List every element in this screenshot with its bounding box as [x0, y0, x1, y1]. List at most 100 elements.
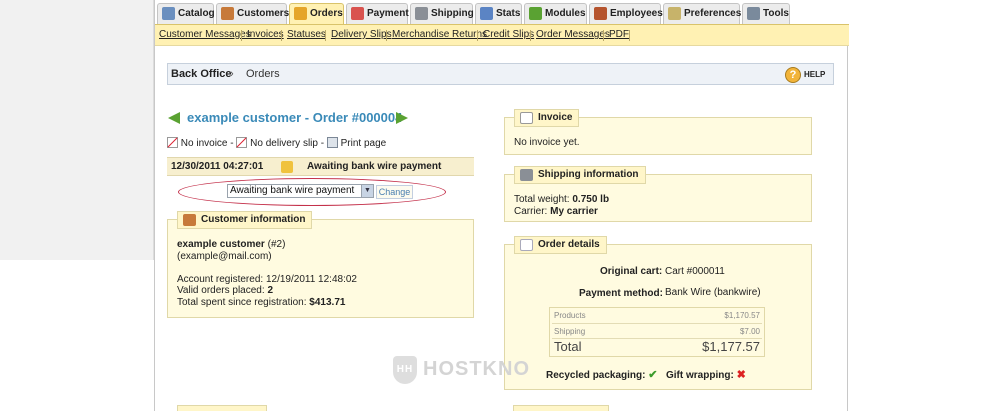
breadcrumb-separator-icon: › [230, 68, 234, 80]
next-panel-left-edge [177, 405, 267, 411]
help-label: HELP [804, 70, 826, 79]
gift-wrapping-line: Gift wrapping: ✖ [666, 368, 746, 381]
document-icon [520, 239, 533, 251]
no-delivery-text: No delivery slip - [250, 138, 325, 149]
tab-stats[interactable]: Stats [475, 3, 522, 24]
next-order-icon[interactable] [396, 112, 408, 124]
carrier-value: My carrier [550, 206, 598, 217]
payment-method-value: Bank Wire (bankwire) [665, 287, 761, 298]
status-text: Awaiting bank wire payment [307, 161, 442, 172]
customer-icon [183, 214, 196, 226]
subtab-delivery-slips[interactable]: Delivery Slips [331, 29, 392, 40]
shipping-value: $7.00 [739, 327, 760, 336]
subtab-merchandise-returns[interactable]: Merchandise Returns [392, 29, 487, 40]
divider [603, 30, 604, 41]
no-invoice-icon [520, 112, 533, 124]
customer-information-panel: Customer information example customer (#… [167, 211, 474, 318]
order-status-select[interactable]: Awaiting bank wire payment ▼ [227, 184, 374, 198]
tab-label: Preferences [684, 8, 742, 19]
valid-orders-line: Valid orders placed: 2 [177, 285, 273, 296]
previous-order-icon[interactable] [168, 112, 180, 124]
valid-orders-value: 2 [267, 285, 273, 296]
check-icon: ✔ [648, 369, 658, 381]
order-details-panel: Order details Original cart: Cart #00001… [504, 236, 812, 390]
customer-id: (#2) [267, 239, 286, 250]
watermark-text: HOSTKNO [423, 358, 530, 380]
original-cart-label: Original cart: [600, 266, 663, 277]
tab-label: Employees [610, 8, 663, 19]
change-status-button[interactable]: Change [376, 185, 413, 199]
subtab-invoices[interactable]: Invoices [247, 29, 284, 40]
tab-payment[interactable]: Payment [346, 3, 409, 24]
divider [477, 30, 478, 41]
modules-icon [529, 7, 542, 20]
tab-preferences[interactable]: Preferences [663, 3, 742, 24]
legend-label: Invoice [538, 112, 573, 123]
recycled-packaging-label: Recycled packaging: [546, 370, 646, 381]
legend-label: Order details [538, 239, 600, 250]
tab-employees[interactable]: Employees [589, 3, 663, 24]
no-invoice-text: No invoice - [180, 138, 234, 149]
invoice-panel: Invoice No invoice yet. [504, 109, 812, 155]
shipping-label: Shipping [554, 327, 586, 336]
status-date: 12/30/2011 04:27:01 [171, 161, 264, 172]
divider [530, 30, 531, 41]
tab-modules[interactable]: Modules [524, 3, 587, 24]
subtab-credit-slips[interactable]: Credit Slips [483, 29, 534, 40]
tools-icon [747, 7, 760, 20]
no-invoice-icon [167, 137, 178, 148]
print-page-link[interactable]: Print page [341, 138, 387, 149]
subtab-pdf[interactable]: PDF [609, 29, 629, 40]
next-panel-right-edge [513, 405, 609, 411]
subtab-order-messages[interactable]: Order Messages [536, 29, 610, 40]
registered-value: 12/19/2011 12:48:02 [265, 274, 357, 285]
carrier-line: Carrier: My carrier [514, 206, 598, 217]
payment-icon [351, 7, 364, 20]
hourglass-icon [281, 161, 293, 173]
order-title: example customer - Order #000004 [187, 110, 403, 125]
orders-icon [294, 7, 307, 20]
shipping-row: Shipping $7.00 [554, 327, 760, 336]
carrier-label: Carrier: [514, 206, 548, 217]
breadcrumb: Back Office › Orders ? HELP [167, 63, 834, 85]
original-cart-value[interactable]: Cart #000011 [665, 266, 725, 277]
total-label: Total [554, 339, 582, 354]
subtab-customer-messages[interactable]: Customer Messages [159, 29, 251, 40]
account-registered-line: Account registered: 12/19/2011 12:48:02 [177, 274, 357, 285]
chevron-down-icon: ▼ [361, 185, 373, 197]
tab-tools[interactable]: Tools [742, 3, 790, 24]
products-value: $1,170.57 [724, 311, 760, 320]
tab-label: Shipping [431, 8, 474, 19]
tab-label: Tools [763, 8, 789, 19]
shipping-information-panel: Shipping information Total weight: 0.750… [504, 166, 812, 222]
employees-icon [594, 7, 607, 20]
back-office-main: Catalog Customers Orders Payment Shippin… [154, 0, 849, 411]
tab-customers[interactable]: Customers [216, 3, 289, 24]
preferences-icon [668, 7, 681, 20]
print-icon[interactable] [326, 137, 338, 148]
tab-catalog[interactable]: Catalog [157, 3, 215, 24]
document-links: No invoice - No delivery slip - Print pa… [167, 137, 386, 149]
help-button[interactable]: ? HELP [785, 67, 829, 83]
tab-orders[interactable]: Orders [289, 3, 344, 25]
tab-label: Payment [367, 8, 409, 19]
subtab-statuses[interactable]: Statuses [287, 29, 326, 40]
customer-name[interactable]: example customer [177, 239, 265, 250]
shipping-information-legend: Shipping information [514, 166, 646, 184]
divider [386, 30, 387, 41]
catalog-icon [162, 7, 175, 20]
customer-information-legend: Customer information [177, 211, 313, 229]
order-details-legend: Order details [514, 236, 607, 254]
order-status-row: 12/30/2011 04:27:01 Awaiting bank wire p… [167, 157, 474, 176]
left-margin [0, 0, 154, 260]
valid-orders-label: Valid orders placed: [177, 285, 265, 296]
total-spent-value: $413.71 [309, 297, 346, 308]
orders-subtabs: Customer Messages Invoices Statuses Deli… [155, 24, 849, 46]
legend-label: Shipping information [538, 169, 639, 180]
tab-label: Catalog [178, 8, 215, 19]
breadcrumb-home[interactable]: Back Office [171, 68, 232, 80]
tab-shipping[interactable]: Shipping [410, 3, 474, 24]
divider [281, 30, 282, 41]
invoice-legend: Invoice [514, 109, 580, 127]
breadcrumb-current: Orders [246, 68, 280, 80]
